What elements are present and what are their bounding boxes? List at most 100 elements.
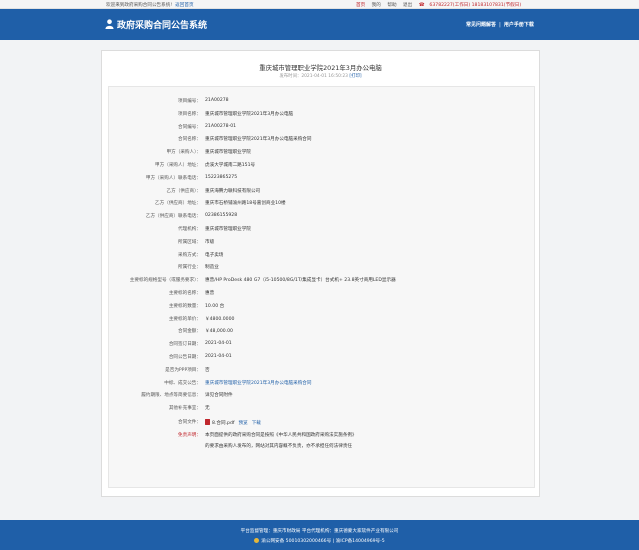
detail-label: 代理机构： <box>178 227 201 232</box>
detail-value: 21A00278-01 <box>205 123 237 129</box>
detail-label: 主要标的名称： <box>168 291 201 296</box>
detail-value: 虎溪大学城南二路151号 <box>205 163 256 168</box>
detail-row: 合同编号： 21A00278-01 <box>109 121 536 133</box>
disclaimer-line-2: 的要求由采购人发布的，网站对其内容概不负责，亦不承担任何法律责任 <box>205 443 353 449</box>
detail-row: 甲方（采购人）： 重庆城市管理职业学院 <box>109 146 536 158</box>
detail-label: 合同签订日期： <box>168 342 201 348</box>
detail-value: 2021-04-01 <box>205 354 232 359</box>
nav-divider: | <box>499 22 501 28</box>
detail-row: 甲方（采购人）联系电话： 15223865275 <box>109 172 536 184</box>
preview-link[interactable]: 预览 <box>238 421 247 426</box>
detail-value: 详见合同附件 <box>205 393 233 399</box>
home-link[interactable]: 返回首页 <box>175 3 193 8</box>
footer-line-2: 渝公网安备 50010302000466号 | 渝ICP备14004969号-5 <box>0 538 639 544</box>
detail-row: 合同公告日期： 2021-04-01 <box>109 351 536 363</box>
detail-value: 重庆城市管理职业学院 <box>205 227 251 232</box>
pdf-file-icon <box>205 419 210 425</box>
detail-value: 惠普/HP ProDesk 480 G7（i5-10500/8G/1T/集成显卡… <box>205 278 396 284</box>
detail-label: 主要标的单价： <box>168 316 201 322</box>
detail-label: 合同编号： <box>178 124 201 130</box>
detail-row: 主要标的数量： 10.00 台 <box>109 300 536 312</box>
detail-row: 其他补充事宜： 无 <box>109 402 536 414</box>
welcome-message: 欢迎来到政府采购合同公告系统! <box>106 3 173 8</box>
footer-line-1: 平台监督管理：重庆市财政局 平台代理机构：重庆德蒙大家软件产业有限公司 <box>240 529 399 534</box>
detail-row: 是否为PPP项目： 否 <box>109 364 536 376</box>
site-header: 政府采购合同公告系统 常见问题解答 | 用户手册下载 <box>0 9 639 40</box>
detail-label: 中标、成交公告： <box>164 380 201 386</box>
police-badge-icon <box>254 538 260 543</box>
detail-value: 否 <box>205 367 210 373</box>
footer-registration: 渝公网安备 50010302000466号 | 渝ICP备14004969号-5 <box>261 539 385 544</box>
detail-value: 21A00278 <box>205 98 229 103</box>
detail-value: 制造业 <box>205 265 219 271</box>
attachment-value: 8.合同.pdf 预览 下载 <box>205 419 261 426</box>
document-meta: 发布时间：2021-04-01 16:50:23 [打印] <box>102 73 539 79</box>
detail-row: 所属区域： 市级 <box>109 236 536 248</box>
detail-row: 主要标的规格型号（或服务要求）： 惠普/HP ProDesk 480 G7（i5-… <box>109 274 536 286</box>
detail-row: 主要标的单价： ￥4800.0000 <box>109 313 536 325</box>
detail-label: 其他补充事宜： <box>168 406 201 412</box>
top-link-help[interactable]: 帮助 <box>387 3 396 8</box>
detail-value: 10.00 台 <box>205 303 225 309</box>
detail-row: 乙方（供应商）联系电话： 02386155928 <box>109 210 536 222</box>
detail-row: 项目编号： 21A00278 <box>109 95 536 107</box>
detail-value: 重庆海腾力联科技有限公司 <box>205 188 261 194</box>
detail-value: 重庆城市管理职业学院2021年3月办公电脑 <box>205 111 294 117</box>
user-icon <box>105 19 114 29</box>
download-link[interactable]: 下载 <box>252 421 261 426</box>
top-link-home[interactable]: 首页 <box>356 3 365 8</box>
detail-row: 所属行业： 制造业 <box>109 261 536 273</box>
award-notice-link[interactable]: 重庆城市管理职业学院2021年3月办公电脑采购合同 <box>205 380 312 386</box>
detail-label: 是否为PPP项目： <box>165 367 201 373</box>
detail-row: 代理机构： 重庆城市管理职业学院 <box>109 223 536 235</box>
attachment-filename[interactable]: 8.合同.pdf <box>212 421 234 426</box>
top-link-logout[interactable]: 退出 <box>403 3 412 8</box>
detail-value: 无 <box>205 406 210 412</box>
attachment-label: 合同文件： <box>178 420 201 425</box>
site-footer: 平台监督管理：重庆市财政局 平台代理机构：重庆德蒙大家软件产业有限公司 渝公网安… <box>0 520 639 550</box>
disclaimer-row: 免责声明： 本页面提供的政府采购合同是按照《中华人民共和国政府采购法实施条例》 的要… <box>109 429 536 455</box>
detail-row: 中标、成交公告： 重庆城市管理职业学院2021年3月办公电脑采购合同 <box>109 377 536 389</box>
detail-label: 主要标的数量： <box>168 303 201 309</box>
detail-value: 重庆城市管理职业学院2021年3月办公电脑采购合同 <box>205 137 312 143</box>
contract-card: 重庆城市管理职业学院2021年3月办公电脑 发布时间：2021-04-01 16… <box>101 50 540 497</box>
welcome-text: 欢迎来到政府采购合同公告系统! 返回首页 <box>106 2 194 8</box>
hotline-text: 63782227(工作日) 18183107831(节假日) <box>429 3 522 8</box>
detail-row: 合同签订日期： 2021-04-01 <box>109 338 536 350</box>
top-links: 首页 我的 帮助 退出 ☎ 63782227(工作日) 18183107831(节… <box>356 2 521 8</box>
detail-label: 采购方式： <box>178 252 201 258</box>
detail-row: 合同名称： 重庆城市管理职业学院2021年3月办公电脑采购合同 <box>109 133 536 145</box>
publish-time: 发布时间：2021-04-01 16:50:23 <box>279 74 348 79</box>
top-link-mine[interactable]: 我的 <box>372 3 381 8</box>
detail-label: 项目编号： <box>178 99 201 104</box>
phone-icon: ☎ <box>418 3 425 8</box>
detail-value: 2021-04-01 <box>205 341 232 347</box>
document-title: 重庆城市管理职业学院2021年3月办公电脑 <box>259 64 382 72</box>
detail-label: 甲方（采购人）联系电话： <box>145 175 201 181</box>
detail-label: 合同金额： <box>178 329 201 335</box>
site-title: 政府采购合同公告系统 <box>117 21 208 31</box>
detail-value: 重庆市石桥铺渝州路18号嘉创商业10楼 <box>205 201 286 207</box>
detail-value: ￥48,000.00 <box>205 329 233 335</box>
print-link[interactable]: [打印] <box>349 74 361 79</box>
detail-label: 合同名称： <box>178 137 201 143</box>
detail-row: 乙方（供应商）： 重庆海腾力联科技有限公司 <box>109 185 536 197</box>
detail-row: 履约期限、地点等简要信息： 详见合同附件 <box>109 389 536 401</box>
detail-value: ￥4800.0000 <box>205 316 235 322</box>
top-bar: 欢迎来到政府采购合同公告系统! 返回首页 首页 我的 帮助 退出 ☎ 6378222… <box>0 0 639 9</box>
detail-value: 惠普 <box>205 291 215 296</box>
detail-label: 项目名称： <box>178 111 201 117</box>
detail-label: 合同公告日期： <box>168 355 201 360</box>
disclaimer-line-1: 本页面提供的政府采购合同是按照《中华人民共和国政府采购法实施条例》 <box>205 432 357 438</box>
detail-label: 乙方（供应商）地址： <box>155 201 201 207</box>
detail-value: 市级 <box>205 239 215 245</box>
detail-row: 项目名称： 重庆城市管理职业学院2021年3月办公电脑 <box>109 108 536 120</box>
detail-label: 甲方（采购人）： <box>166 150 201 156</box>
detail-row: 乙方（供应商）地址： 重庆市石桥铺渝州路18号嘉创商业10楼 <box>109 197 536 209</box>
detail-row: 主要标的名称： 惠普 <box>109 287 536 299</box>
detail-value: 15223865275 <box>205 174 238 180</box>
faq-link[interactable]: 常见问题解答 <box>466 22 496 28</box>
attachment-row: 合同文件： 8.合同.pdf 预览 下载 <box>109 416 536 428</box>
manual-download-link[interactable]: 用户手册下载 <box>504 22 534 28</box>
detail-row: 甲方（采购人）地址： 虎溪大学城南二路151号 <box>109 159 536 171</box>
